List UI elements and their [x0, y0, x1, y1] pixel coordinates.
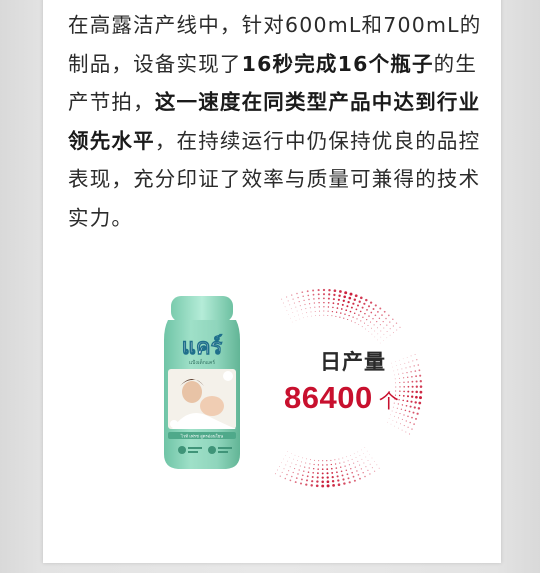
article-highlight: 16秒完成16个瓶子	[241, 51, 434, 76]
content-card: 在高露洁产线中，针对600mL和700mL的制品，设备实现了16秒完成16个瓶子…	[43, 0, 501, 563]
daily-output-unit: 个	[378, 389, 399, 413]
baby-powder-bottle-icon: แคร์ แป้งเด็กแคร์ ไวท์ เฟรช สูตรอ่อนโยน	[164, 296, 240, 469]
daily-output-graphic: แคร์ แป้งเด็กแคร์ ไวท์ เฟรช สูตรอ่อนโยน …	[148, 276, 433, 491]
svg-text:แป้งเด็กแคร์: แป้งเด็กแคร์	[189, 358, 215, 366]
daily-output-value: 86400	[284, 380, 373, 415]
article-paragraph: 在高露洁产线中，针对600mL和700mL的制品，设备实现了16秒完成16个瓶子…	[68, 6, 488, 237]
svg-text:ไวท์ เฟรช สูตรอ่อนโยน: ไวท์ เฟรช สูตรอ่อนโยน	[180, 433, 223, 440]
daily-output-label: 日产量	[320, 350, 386, 374]
brand-logo: แคร์	[182, 334, 223, 360]
daily-output-value-row: 86400 个	[284, 380, 399, 416]
